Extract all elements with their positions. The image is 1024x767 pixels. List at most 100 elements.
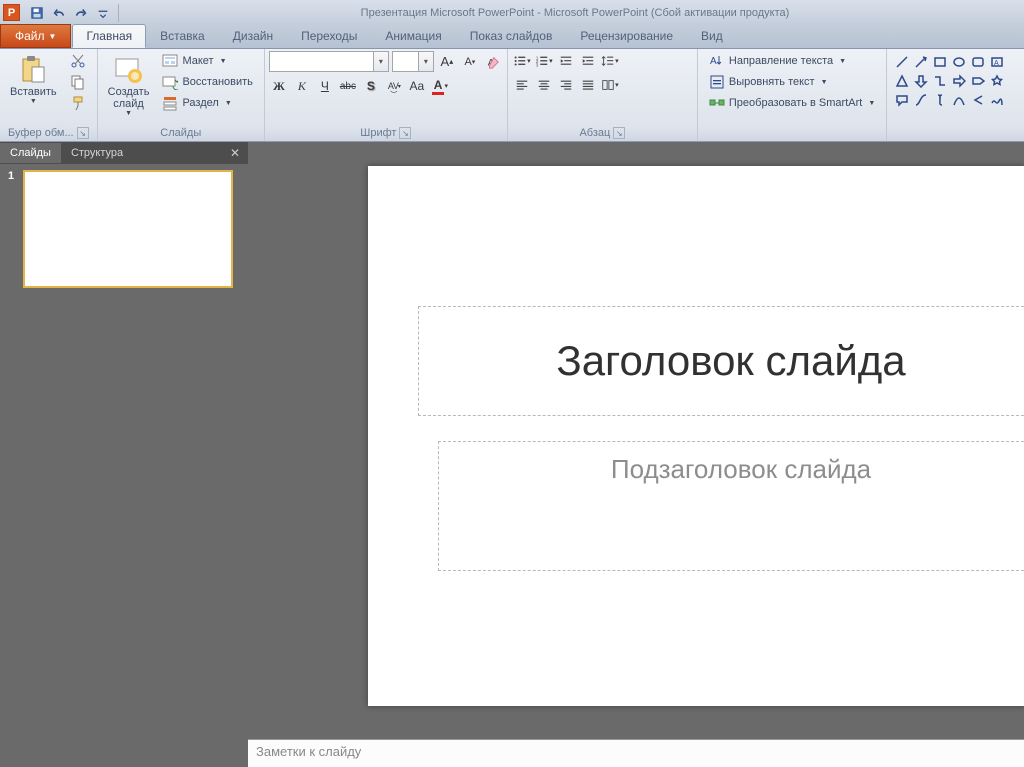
group-label: Шрифт xyxy=(360,127,396,139)
text-shadow-button[interactable]: S xyxy=(361,76,381,96)
file-tab[interactable]: Файл▼ xyxy=(0,24,71,48)
slide[interactable]: Заголовок слайда Подзаголовок слайда xyxy=(368,166,1024,706)
window-title: Презентация Microsoft PowerPoint - Micro… xyxy=(126,7,1024,19)
layout-button[interactable]: Макет▼ xyxy=(157,51,257,71)
shape-arrow-down[interactable] xyxy=(912,72,930,90)
tab-design[interactable]: Дизайн xyxy=(219,24,287,48)
shrink-font-button[interactable]: A▾ xyxy=(460,52,480,72)
save-button[interactable] xyxy=(27,3,47,23)
columns-button[interactable]: ▾ xyxy=(600,75,620,95)
align-left-button[interactable] xyxy=(512,75,532,95)
justify-button[interactable] xyxy=(578,75,598,95)
numbering-button[interactable]: 123▾ xyxy=(534,51,554,71)
shapes-gallery[interactable]: A xyxy=(891,51,1016,111)
shape-brace[interactable] xyxy=(931,91,949,109)
underline-button[interactable]: Ч xyxy=(315,76,335,96)
qat-customize-button[interactable] xyxy=(93,3,113,23)
thumbnails-list: 1 xyxy=(0,164,248,767)
slide-canvas-area: Заголовок слайда Подзаголовок слайда Зам… xyxy=(248,142,1024,767)
shape-rect[interactable] xyxy=(931,53,949,71)
dropdown-icon: ▾ xyxy=(418,52,433,71)
quick-access-toolbar xyxy=(23,3,126,23)
slide-thumbnail[interactable]: 1 xyxy=(8,170,240,288)
app-logo-icon: P xyxy=(3,4,20,21)
bullets-button[interactable]: ▾ xyxy=(512,51,532,71)
title-placeholder[interactable]: Заголовок слайда xyxy=(418,306,1024,416)
cut-button[interactable] xyxy=(65,51,91,71)
shape-less[interactable] xyxy=(969,91,987,109)
grow-font-button[interactable]: A▴ xyxy=(437,52,457,72)
shape-rounded-rect[interactable] xyxy=(969,53,987,71)
shape-star[interactable] xyxy=(988,72,1006,90)
text-direction-button[interactable]: AНаправление текста▼ xyxy=(704,51,880,71)
group-label: Слайды xyxy=(160,127,201,139)
shape-line-arrow[interactable] xyxy=(912,53,930,71)
align-text-button[interactable]: Выровнять текст▼ xyxy=(704,72,880,92)
tab-home[interactable]: Главная xyxy=(72,24,146,48)
workspace: Слайды Структура ✕ 1 Заголовок слайда По… xyxy=(0,142,1024,767)
tab-slides-thumbnail[interactable]: Слайды xyxy=(0,143,61,163)
reset-button[interactable]: Восстановить xyxy=(157,72,257,92)
tab-animation[interactable]: Анимация xyxy=(371,24,455,48)
group-label: Абзац xyxy=(579,127,610,139)
copy-icon xyxy=(70,74,86,90)
shape-ellipse[interactable] xyxy=(950,53,968,71)
italic-button[interactable]: К xyxy=(292,76,312,96)
change-case-button[interactable]: Aa xyxy=(407,76,427,96)
thumbnail-preview[interactable] xyxy=(23,170,233,288)
tab-insert[interactable]: Вставка xyxy=(146,24,219,48)
dialog-launcher-icon[interactable]: ↘ xyxy=(399,127,411,139)
align-right-button[interactable] xyxy=(556,75,576,95)
ribbon-group-drawing: A xyxy=(887,49,1020,141)
font-name-combo[interactable]: ▾ xyxy=(269,51,389,72)
shape-scribble[interactable] xyxy=(988,91,1006,109)
tab-outline[interactable]: Структура xyxy=(61,143,133,163)
decrease-indent-button[interactable] xyxy=(556,51,576,71)
shape-triangle[interactable] xyxy=(893,72,911,90)
clear-formatting-button[interactable]: A xyxy=(483,52,503,72)
shape-curve[interactable] xyxy=(950,91,968,109)
format-painter-button[interactable] xyxy=(65,93,91,113)
tab-view[interactable]: Вид xyxy=(687,24,737,48)
close-panel-button[interactable]: ✕ xyxy=(222,144,248,162)
new-slide-button[interactable]: Создать слайд ▼ xyxy=(102,51,156,120)
svg-text:A: A xyxy=(994,60,999,67)
caret-down-icon: ▼ xyxy=(125,110,132,117)
shape-connector[interactable] xyxy=(912,91,930,109)
group-label: Буфер обм... xyxy=(8,127,74,139)
subtitle-placeholder[interactable]: Подзаголовок слайда xyxy=(438,441,1024,571)
align-text-icon xyxy=(709,74,725,90)
increase-indent-button[interactable] xyxy=(578,51,598,71)
redo-button[interactable] xyxy=(71,3,91,23)
ribbon-group-font: ▾ ▾ A▴ A▾ A Ж К Ч abc S A͜V▾ Aa A▾ Шрифт… xyxy=(265,49,508,141)
shape-line[interactable] xyxy=(893,53,911,71)
notes-pane[interactable]: Заметки к слайду xyxy=(248,739,1024,767)
align-center-button[interactable] xyxy=(534,75,554,95)
shape-pentagon[interactable] xyxy=(969,72,987,90)
section-button[interactable]: Раздел▼ xyxy=(157,93,257,113)
convert-smartart-button[interactable]: Преобразовать в SmartArt▼ xyxy=(704,93,880,113)
tab-review[interactable]: Рецензирование xyxy=(566,24,687,48)
ribbon-group-paragraph: ▾ 123▾ ▾ ▾ Абзац↘ xyxy=(508,49,698,141)
font-color-button[interactable]: A▾ xyxy=(430,76,450,96)
tab-slideshow[interactable]: Показ слайдов xyxy=(456,24,567,48)
ribbon-group-slides: Создать слайд ▼ Макет▼ Восстановить Разд… xyxy=(98,49,265,141)
bold-button[interactable]: Ж xyxy=(269,76,289,96)
tab-transitions[interactable]: Переходы xyxy=(287,24,371,48)
reset-icon xyxy=(162,74,178,90)
dialog-launcher-icon[interactable]: ↘ xyxy=(77,127,89,139)
char-spacing-button[interactable]: A͜V▾ xyxy=(384,76,404,96)
font-size-combo[interactable]: ▾ xyxy=(392,51,434,72)
line-spacing-button[interactable]: ▾ xyxy=(600,51,620,71)
dialog-launcher-icon[interactable]: ↘ xyxy=(613,127,625,139)
shape-textbox[interactable]: A xyxy=(988,53,1006,71)
undo-button[interactable] xyxy=(49,3,69,23)
shape-callout[interactable] xyxy=(893,91,911,109)
copy-button[interactable] xyxy=(65,72,91,92)
shape-arrow-right[interactable] xyxy=(950,72,968,90)
paste-button[interactable]: Вставить ▼ xyxy=(4,51,63,108)
svg-text:A: A xyxy=(710,56,717,67)
caret-down-icon: ▼ xyxy=(49,32,57,41)
shape-elbow[interactable] xyxy=(931,72,949,90)
strikethrough-button[interactable]: abc xyxy=(338,76,358,96)
